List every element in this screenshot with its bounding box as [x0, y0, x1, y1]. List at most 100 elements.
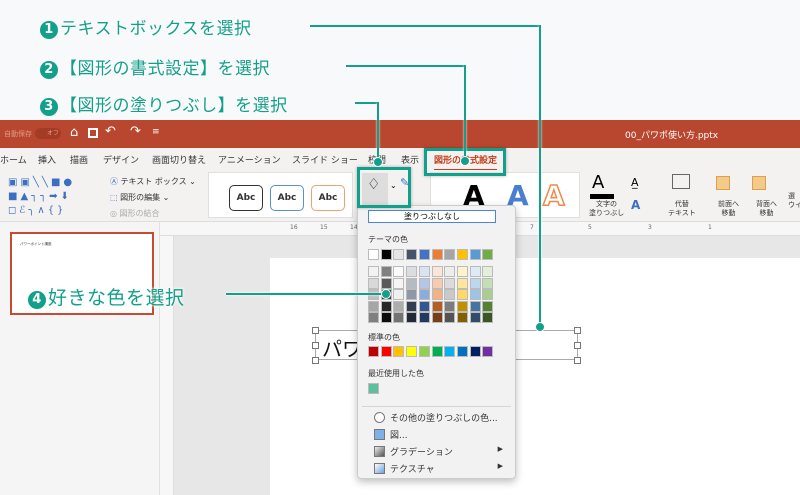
tab-view[interactable]: 表示 — [401, 153, 419, 166]
style-orange[interactable]: Abc — [311, 185, 345, 211]
more-fill-colors-item[interactable]: その他の塗りつぶしの色... — [374, 411, 498, 424]
theme-shade-swatch[interactable] — [393, 277, 405, 289]
style-dark[interactable]: Abc — [229, 185, 263, 211]
theme-shade-swatch[interactable] — [469, 289, 481, 300]
text-fill-label[interactable]: 文字の 塗りつぶし — [589, 200, 624, 218]
theme-color-swatch[interactable] — [418, 249, 430, 260]
theme-shade-swatch[interactable] — [431, 312, 443, 323]
alt-text-label[interactable]: 代替 テキスト — [668, 200, 696, 218]
theme-shade-swatch[interactable] — [431, 289, 443, 300]
theme-color-swatch[interactable] — [469, 249, 481, 260]
picture-fill-item[interactable]: 図... — [374, 428, 408, 441]
resize-handle[interactable] — [312, 357, 319, 364]
standard-color-swatch[interactable] — [368, 346, 379, 357]
texture-item[interactable]: テクスチャ ▶ — [374, 462, 509, 475]
merge-shapes-button[interactable]: ◎ 図形の結合 — [110, 208, 160, 219]
theme-shade-swatch[interactable] — [380, 312, 392, 323]
theme-shade-swatch[interactable] — [456, 289, 468, 300]
theme-shade-swatch[interactable] — [406, 266, 418, 277]
theme-shade-swatch[interactable] — [418, 289, 430, 300]
theme-shade-swatch[interactable] — [482, 277, 494, 289]
textbox-button[interactable]: Ⓐ テキスト ボックス ⌄ — [110, 176, 196, 187]
theme-shade-swatch[interactable] — [406, 300, 418, 312]
selection-pane-label[interactable]: 選 ウイ — [788, 192, 800, 210]
standard-color-swatch[interactable] — [380, 346, 392, 357]
tab-design[interactable]: デザイン — [103, 153, 139, 166]
theme-shade-swatch[interactable] — [406, 277, 418, 289]
gradient-item[interactable]: グラデーション ▶ — [374, 445, 509, 458]
theme-color-swatch[interactable] — [456, 249, 468, 260]
standard-color-swatch[interactable] — [482, 346, 494, 357]
theme-shade-swatch[interactable] — [393, 266, 405, 277]
standard-color-swatch[interactable] — [469, 346, 481, 357]
theme-shade-swatch[interactable] — [406, 312, 418, 323]
autosave-toggle[interactable]: オフ — [35, 128, 61, 139]
redo-icon[interactable]: ↷ — [130, 124, 141, 139]
theme-shade-swatch[interactable] — [380, 266, 392, 277]
theme-shade-swatch[interactable] — [418, 277, 430, 289]
theme-color-swatch[interactable] — [393, 249, 405, 260]
theme-color-swatch[interactable] — [431, 249, 443, 260]
theme-shade-swatch[interactable] — [418, 300, 430, 312]
theme-color-swatch[interactable] — [444, 249, 456, 260]
home-icon[interactable]: ⌂ — [70, 125, 78, 140]
theme-shade-swatch[interactable] — [456, 312, 468, 323]
bring-forward-icon[interactable] — [716, 176, 730, 190]
theme-shade-swatch[interactable] — [393, 300, 405, 312]
theme-color-swatch[interactable] — [380, 249, 392, 260]
recent-color-swatch[interactable] — [368, 383, 379, 394]
bring-forward-label[interactable]: 前面へ 移動 — [718, 200, 739, 218]
theme-shade-swatch[interactable] — [444, 300, 456, 312]
tab-draw[interactable]: 描画 — [70, 153, 88, 166]
standard-color-swatch[interactable] — [431, 346, 443, 357]
send-backward-label[interactable]: 背面へ 移動 — [756, 200, 777, 218]
resize-handle[interactable] — [574, 327, 581, 334]
theme-shade-swatch[interactable] — [431, 277, 443, 289]
theme-color-swatch[interactable] — [368, 249, 379, 260]
save-icon[interactable] — [88, 128, 98, 138]
theme-shade-swatch[interactable] — [393, 312, 405, 323]
standard-color-swatch[interactable] — [393, 346, 405, 357]
resize-handle[interactable] — [312, 342, 319, 349]
theme-shade-swatch[interactable] — [456, 277, 468, 289]
no-fill-option[interactable]: 塗りつぶしなし — [368, 210, 496, 223]
tab-transitions[interactable]: 画面切り替え — [152, 153, 206, 166]
standard-color-swatch[interactable] — [418, 346, 430, 357]
standard-color-swatch[interactable] — [456, 346, 468, 357]
text-fill-icon[interactable]: A — [592, 172, 604, 193]
text-outline-icon[interactable]: A̲ — [631, 176, 639, 189]
theme-shade-swatch[interactable] — [482, 300, 494, 312]
theme-shade-swatch[interactable] — [368, 277, 379, 289]
tab-home[interactable]: ホーム — [0, 153, 27, 166]
shapes-gallery[interactable]: ▣▣╲╲■● ■▲┐┐➡⬇ ◻ℰ╮∧{} — [8, 176, 100, 218]
theme-shade-swatch[interactable] — [444, 266, 456, 277]
theme-shade-swatch[interactable] — [469, 277, 481, 289]
theme-shade-swatch[interactable] — [380, 300, 392, 312]
theme-shade-swatch[interactable] — [431, 300, 443, 312]
theme-shade-swatch[interactable] — [444, 312, 456, 323]
customize-icon[interactable]: ≡ — [152, 127, 160, 137]
theme-shade-swatch[interactable] — [482, 266, 494, 277]
theme-shade-swatch[interactable] — [368, 300, 379, 312]
undo-icon[interactable]: ↶ — [105, 124, 116, 139]
resize-handle[interactable] — [574, 357, 581, 364]
theme-color-swatch[interactable] — [482, 249, 494, 260]
text-effects-icon[interactable]: A — [631, 198, 640, 212]
theme-shade-swatch[interactable] — [368, 266, 379, 277]
standard-color-swatch[interactable] — [406, 346, 418, 357]
theme-shade-swatch[interactable] — [393, 289, 405, 300]
theme-shade-swatch[interactable] — [469, 312, 481, 323]
theme-shade-swatch[interactable] — [380, 277, 392, 289]
edit-shape-button[interactable]: ⬚ 図形の編集 ⌄ — [110, 192, 169, 203]
resize-handle[interactable] — [574, 342, 581, 349]
theme-shade-swatch[interactable] — [444, 289, 456, 300]
theme-shade-swatch[interactable] — [444, 277, 456, 289]
theme-shade-swatch[interactable] — [406, 289, 418, 300]
shape-styles-gallery[interactable]: Abc Abc Abc — [208, 172, 353, 218]
theme-shade-swatch[interactable] — [469, 300, 481, 312]
alt-text-icon[interactable] — [672, 174, 690, 189]
theme-shade-swatch[interactable] — [456, 266, 468, 277]
theme-shade-swatch[interactable] — [368, 312, 379, 323]
send-backward-icon[interactable] — [752, 176, 766, 190]
theme-shade-swatch[interactable] — [418, 312, 430, 323]
